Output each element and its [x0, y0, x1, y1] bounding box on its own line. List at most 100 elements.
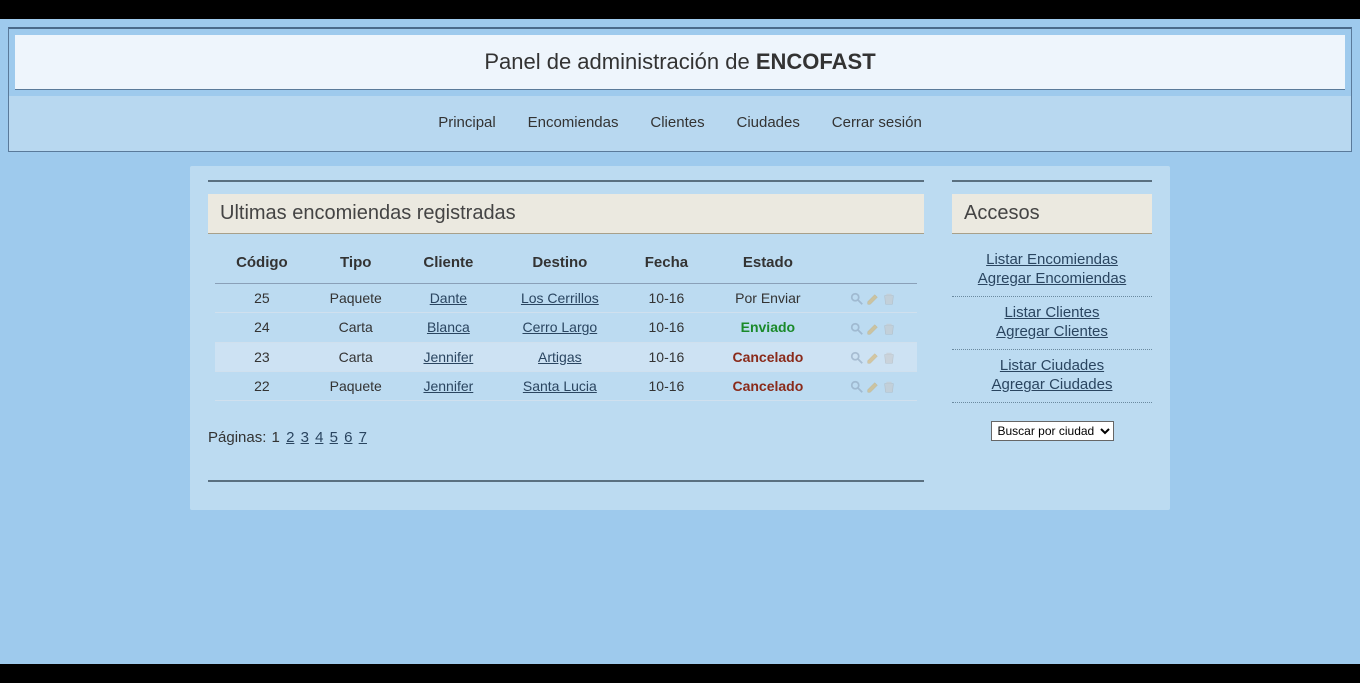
sidebar-link[interactable]: Listar Encomiendas — [952, 250, 1152, 269]
table-row: 25Paquete Dante Los Cerrillos 10-16Por Envi… — [215, 284, 917, 313]
table-row: 22Paquete Jennifer Santa Lucia 10-16Cancela… — [215, 371, 917, 400]
sidebar-group: Listar EncomiendasAgregar Encomiendas — [952, 244, 1152, 297]
cell-tipo: Carta — [309, 313, 403, 342]
title-pre: Panel de administración de — [484, 49, 756, 74]
cell-cliente: Jennifer — [403, 342, 494, 371]
view-icon[interactable] — [850, 380, 864, 394]
destino-link[interactable]: Artigas — [538, 349, 582, 365]
cliente-link[interactable]: Jennifer — [423, 349, 473, 365]
destino-link[interactable]: Cerro Largo — [522, 319, 597, 335]
pager-page-link[interactable]: 3 — [301, 429, 309, 446]
nav-cerrar-sesion[interactable]: Cerrar sesión — [832, 114, 922, 131]
sidebar-links: Listar EncomiendasAgregar EncomiendasLis… — [952, 244, 1152, 403]
edit-icon[interactable] — [866, 292, 880, 306]
col-fecha: Fecha — [626, 244, 707, 284]
divider-top — [208, 180, 924, 182]
sidebar-link[interactable]: Agregar Clientes — [952, 322, 1152, 341]
cell-fecha: 10-16 — [626, 284, 707, 313]
delete-icon[interactable] — [882, 351, 896, 365]
cell-fecha: 10-16 — [626, 342, 707, 371]
sidebar: Accesos Listar EncomiendasAgregar Encomi… — [952, 180, 1152, 482]
col-cliente: Cliente — [403, 244, 494, 284]
destino-link[interactable]: Los Cerrillos — [521, 290, 599, 306]
edit-icon[interactable] — [866, 351, 880, 365]
cliente-link[interactable]: Jennifer — [423, 378, 473, 394]
sidebar-link[interactable]: Listar Clientes — [952, 303, 1152, 322]
nav-ciudades[interactable]: Ciudades — [736, 114, 799, 131]
nav-encomiendas[interactable]: Encomiendas — [528, 114, 619, 131]
cell-codigo: 24 — [215, 313, 308, 342]
content-box: Ultimas encomiendas registradas Código T… — [190, 166, 1170, 510]
header-panel: Panel de administración de ENCOFAST Prin… — [8, 27, 1352, 152]
cell-actions — [829, 284, 917, 313]
table-row: 24Carta Blanca Cerro Largo 10-16Enviado — [215, 313, 917, 342]
cell-estado: Por Enviar — [707, 284, 829, 313]
cell-tipo: Paquete — [309, 371, 403, 400]
main-column: Ultimas encomiendas registradas Código T… — [208, 180, 924, 482]
delete-icon[interactable] — [882, 380, 896, 394]
cell-actions — [829, 342, 917, 371]
pager-label: Páginas: — [208, 429, 271, 446]
col-estado: Estado — [707, 244, 829, 284]
section-title-accesos: Accesos — [952, 194, 1152, 234]
cell-estado: Cancelado — [707, 371, 829, 400]
table-row: 23Carta Jennifer Artigas 10-16Cancelado — [215, 342, 917, 371]
cell-fecha: 10-16 — [626, 371, 707, 400]
top-black-bar — [0, 0, 1360, 19]
cell-cliente: Jennifer — [403, 371, 494, 400]
sidebar-link[interactable]: Listar Ciudades — [952, 356, 1152, 375]
edit-icon[interactable] — [866, 380, 880, 394]
pager-page-link[interactable]: 2 — [286, 429, 294, 446]
pager-page-link[interactable]: 4 — [315, 429, 323, 446]
cell-tipo: Paquete — [309, 284, 403, 313]
page-title: Panel de administración de ENCOFAST — [15, 35, 1345, 90]
cell-fecha: 10-16 — [626, 313, 707, 342]
bottom-black-bar — [0, 664, 1360, 683]
cliente-link[interactable]: Blanca — [427, 319, 470, 335]
delete-icon[interactable] — [882, 322, 896, 336]
col-actions — [829, 244, 917, 284]
cell-estado: Cancelado — [707, 342, 829, 371]
pager-page-link[interactable]: 5 — [330, 429, 338, 446]
title-strong: ENCOFAST — [756, 49, 876, 74]
edit-icon[interactable] — [866, 322, 880, 336]
view-icon[interactable] — [850, 351, 864, 365]
cliente-link[interactable]: Dante — [430, 290, 467, 306]
cell-destino: Artigas — [494, 342, 626, 371]
cell-estado: Enviado — [707, 313, 829, 342]
pager-page-link[interactable]: 6 — [344, 429, 352, 446]
main-nav: Principal Encomiendas Clientes Ciudades … — [9, 96, 1351, 151]
cell-cliente: Dante — [403, 284, 494, 313]
search-by-city-select[interactable]: Buscar por ciudad — [991, 421, 1114, 441]
cell-actions — [829, 371, 917, 400]
pager-current: 1 — [272, 429, 280, 446]
section-title-encomiendas: Ultimas encomiendas registradas — [208, 194, 924, 234]
sidebar-link[interactable]: Agregar Ciudades — [952, 375, 1152, 394]
view-icon[interactable] — [850, 322, 864, 336]
nav-clientes[interactable]: Clientes — [650, 114, 704, 131]
nav-principal[interactable]: Principal — [438, 114, 496, 131]
col-tipo: Tipo — [309, 244, 403, 284]
col-codigo: Código — [215, 244, 308, 284]
cell-actions — [829, 313, 917, 342]
view-icon[interactable] — [850, 292, 864, 306]
pager: Páginas: 1 2 3 4 5 6 7 — [208, 429, 924, 446]
sidebar-link[interactable]: Agregar Encomiendas — [952, 269, 1152, 288]
delete-icon[interactable] — [882, 292, 896, 306]
col-destino: Destino — [494, 244, 626, 284]
divider-top-side — [952, 180, 1152, 182]
cell-destino: Cerro Largo — [494, 313, 626, 342]
cell-codigo: 22 — [215, 371, 308, 400]
cell-destino: Santa Lucia — [494, 371, 626, 400]
sidebar-group: Listar CiudadesAgregar Ciudades — [952, 350, 1152, 403]
encomiendas-table: Código Tipo Cliente Destino Fecha Estado… — [215, 244, 917, 401]
destino-link[interactable]: Santa Lucia — [523, 378, 597, 394]
cell-cliente: Blanca — [403, 313, 494, 342]
divider-bottom — [208, 480, 924, 482]
cell-codigo: 23 — [215, 342, 308, 371]
sidebar-group: Listar ClientesAgregar Clientes — [952, 297, 1152, 350]
cell-destino: Los Cerrillos — [494, 284, 626, 313]
cell-codigo: 25 — [215, 284, 308, 313]
cell-tipo: Carta — [309, 342, 403, 371]
pager-page-link[interactable]: 7 — [359, 429, 367, 446]
